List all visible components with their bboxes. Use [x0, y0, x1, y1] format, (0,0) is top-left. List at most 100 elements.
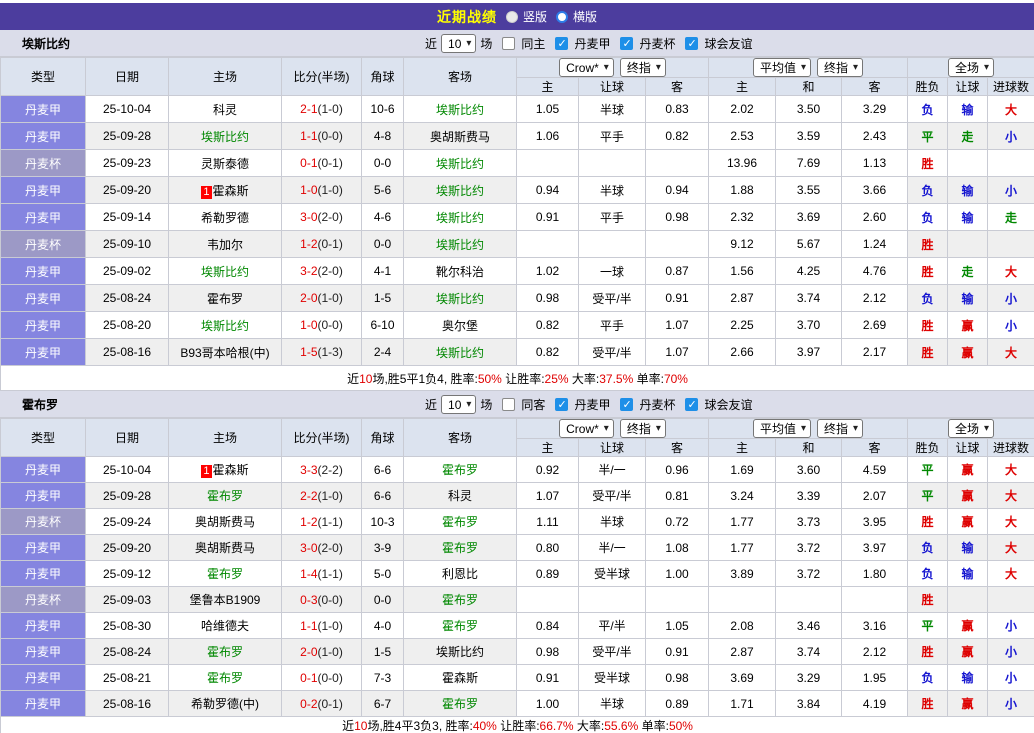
home-team-cell: 霍布罗 — [168, 664, 282, 691]
average-select[interactable]: 平均值 — [752, 58, 812, 77]
final-odds-select[interactable]: 终指 — [619, 58, 666, 77]
avg-away-odds-cell: 4.19 — [841, 690, 909, 717]
avg-away-odds-cell: 3.16 — [841, 612, 909, 639]
crow-group-header: Crow* 终指 — [515, 57, 710, 78]
score-cell: 3-3(2-2) — [281, 456, 362, 483]
avg-home-odds-cell: 1.69 — [708, 456, 777, 483]
away-team-cell: 奥胡斯费马 — [403, 122, 517, 150]
avg-draw-odds-cell: 3.97 — [775, 338, 843, 366]
section-team-name: 霍布罗 — [22, 398, 59, 412]
crow-handicap-cell: 半/一 — [578, 456, 646, 483]
match-row: 丹麦杯 25-09-23 灵斯泰德 0-1(0-1) 0-0 埃斯比约 13.96 7.69 1… — [0, 149, 1034, 177]
cup-label: 丹麦杯 — [639, 37, 676, 51]
home-team-cell: 灵斯泰德 — [168, 149, 282, 177]
friendly-checkbox[interactable] — [685, 398, 699, 411]
corner-cell: 6-6 — [361, 456, 404, 483]
crow-away-odds-cell — [644, 230, 710, 258]
radio-horizontal-icon[interactable] — [556, 10, 568, 23]
col-header-result: 胜负 — [907, 438, 949, 457]
home-team-cell: 埃斯比约 — [168, 311, 282, 339]
horizontal-layout-option[interactable]: 横版 — [556, 8, 597, 25]
goals-result-cell: 小 — [987, 638, 1034, 665]
crow-handicap-cell: 一球 — [578, 257, 646, 285]
avg-draw-odds-cell: 7.69 — [775, 149, 843, 177]
match-row: 丹麦甲 25-09-20 1 霍森斯 1-0(1-0) 5-6 埃斯比约 0.94 半球 0.94… — [0, 176, 1034, 204]
avg-home-odds-cell: 1.77 — [708, 508, 777, 535]
crow-handicap-cell: 受半球 — [578, 664, 646, 691]
date-cell: 25-08-16 — [85, 690, 169, 717]
crow-home-odds-cell: 1.07 — [516, 482, 579, 509]
handicap-result-cell: 输 — [947, 284, 989, 312]
home-team-cell: 霍布罗 — [168, 284, 282, 312]
crow-home-odds-cell: 0.94 — [516, 176, 579, 204]
goals-result-cell: 大 — [987, 508, 1034, 535]
corner-cell: 7-3 — [361, 664, 404, 691]
match-count-select[interactable]: 10 — [441, 395, 477, 414]
avg-draw-odds-cell: 3.46 — [775, 612, 843, 639]
result-cell: 胜 — [907, 230, 949, 258]
fulltime-select[interactable]: 全场 — [948, 58, 995, 77]
bookmaker-select[interactable]: Crow* — [559, 58, 614, 77]
crow-away-odds-cell: 0.91 — [644, 638, 710, 665]
vertical-layout-option[interactable]: 竖版 — [505, 8, 547, 25]
crow-handicap-cell: 受平/半 — [578, 284, 646, 312]
league-checkbox[interactable] — [555, 398, 569, 411]
handicap-result-cell — [947, 586, 989, 613]
results-table: 类型 日期 主场 比分(半场) 角球 客场 Crow* 终指 平均值 终指 — [0, 57, 1034, 391]
final-odds-select-2[interactable]: 终指 — [817, 58, 864, 77]
crow-away-odds-cell: 1.05 — [644, 612, 710, 639]
date-cell: 25-09-02 — [85, 257, 169, 285]
same-venue-label: 同客 — [521, 398, 546, 412]
average-group-header: 平均值 终指 — [708, 418, 909, 439]
crow-away-odds-cell: 1.00 — [644, 560, 710, 587]
score-cell: 2-0(1-0) — [281, 284, 362, 312]
same-venue-checkbox[interactable] — [502, 37, 516, 50]
radio-vertical-icon[interactable] — [505, 10, 518, 23]
col-header-date: 日期 — [85, 418, 169, 457]
crow-away-odds-cell: 0.81 — [644, 482, 710, 509]
corner-cell: 5-0 — [361, 560, 404, 587]
match-type-cell: 丹麦甲 — [0, 638, 86, 665]
final-odds-select[interactable]: 终指 — [619, 419, 666, 438]
goals-result-cell: 小 — [987, 311, 1034, 339]
handicap-result-cell: 走 — [947, 122, 989, 150]
cup-checkbox[interactable] — [620, 37, 634, 50]
date-cell: 25-08-20 — [85, 311, 169, 339]
average-select[interactable]: 平均值 — [752, 419, 812, 438]
score-cell: 2-1(1-0) — [281, 95, 362, 123]
avg-draw-odds-cell: 3.29 — [775, 664, 843, 691]
goals-result-cell: 大 — [987, 456, 1034, 483]
cup-checkbox[interactable] — [620, 398, 634, 411]
league-checkbox[interactable] — [555, 37, 569, 50]
corner-cell: 3-9 — [361, 534, 404, 561]
same-venue-checkbox[interactable] — [502, 398, 516, 411]
final-odds-select-2[interactable]: 终指 — [817, 419, 864, 438]
match-count-select[interactable]: 10 — [441, 34, 477, 53]
crow-home-odds-cell: 0.98 — [516, 638, 579, 665]
col-header-corner: 角球 — [361, 418, 404, 457]
friendly-checkbox[interactable] — [685, 37, 699, 50]
avg-away-odds-cell: 1.13 — [841, 149, 909, 177]
col-header-goals: 进球数 — [987, 438, 1034, 457]
crow-handicap-cell: 半/一 — [578, 534, 646, 561]
avg-home-odds-cell: 13.96 — [708, 149, 777, 177]
handicap-result-cell: 赢 — [947, 638, 989, 665]
result-cell: 胜 — [907, 690, 949, 717]
bookmaker-select[interactable]: Crow* — [559, 419, 614, 438]
crow-away-odds-cell — [644, 149, 710, 177]
corner-cell: 0-0 — [361, 586, 404, 613]
col-header-score: 比分(半场) — [281, 418, 362, 457]
match-row: 丹麦甲 25-09-28 埃斯比约 1-1(0-0) 4-8 奥胡斯费马 1.06 平手 0.8… — [0, 122, 1034, 150]
fulltime-select[interactable]: 全场 — [948, 419, 995, 438]
score-cell: 3-0(2-0) — [281, 534, 362, 561]
col-header-crow-home: 主 — [516, 438, 579, 457]
col-header-handicap-result: 让球 — [947, 438, 989, 457]
goals-result-cell — [987, 230, 1034, 258]
rank-badge: 1 — [201, 465, 212, 478]
avg-away-odds-cell: 2.12 — [841, 284, 909, 312]
section-summary: 近10场,胜5平1负4, 胜率:50% 让胜率:25% 大率:37.5% 单率:… — [0, 365, 1034, 391]
col-header-avg-draw: 和 — [775, 438, 843, 457]
score-cell: 1-0(0-0) — [281, 311, 362, 339]
horizontal-label: 横版 — [573, 10, 598, 24]
col-header-avg-home: 主 — [708, 438, 777, 457]
